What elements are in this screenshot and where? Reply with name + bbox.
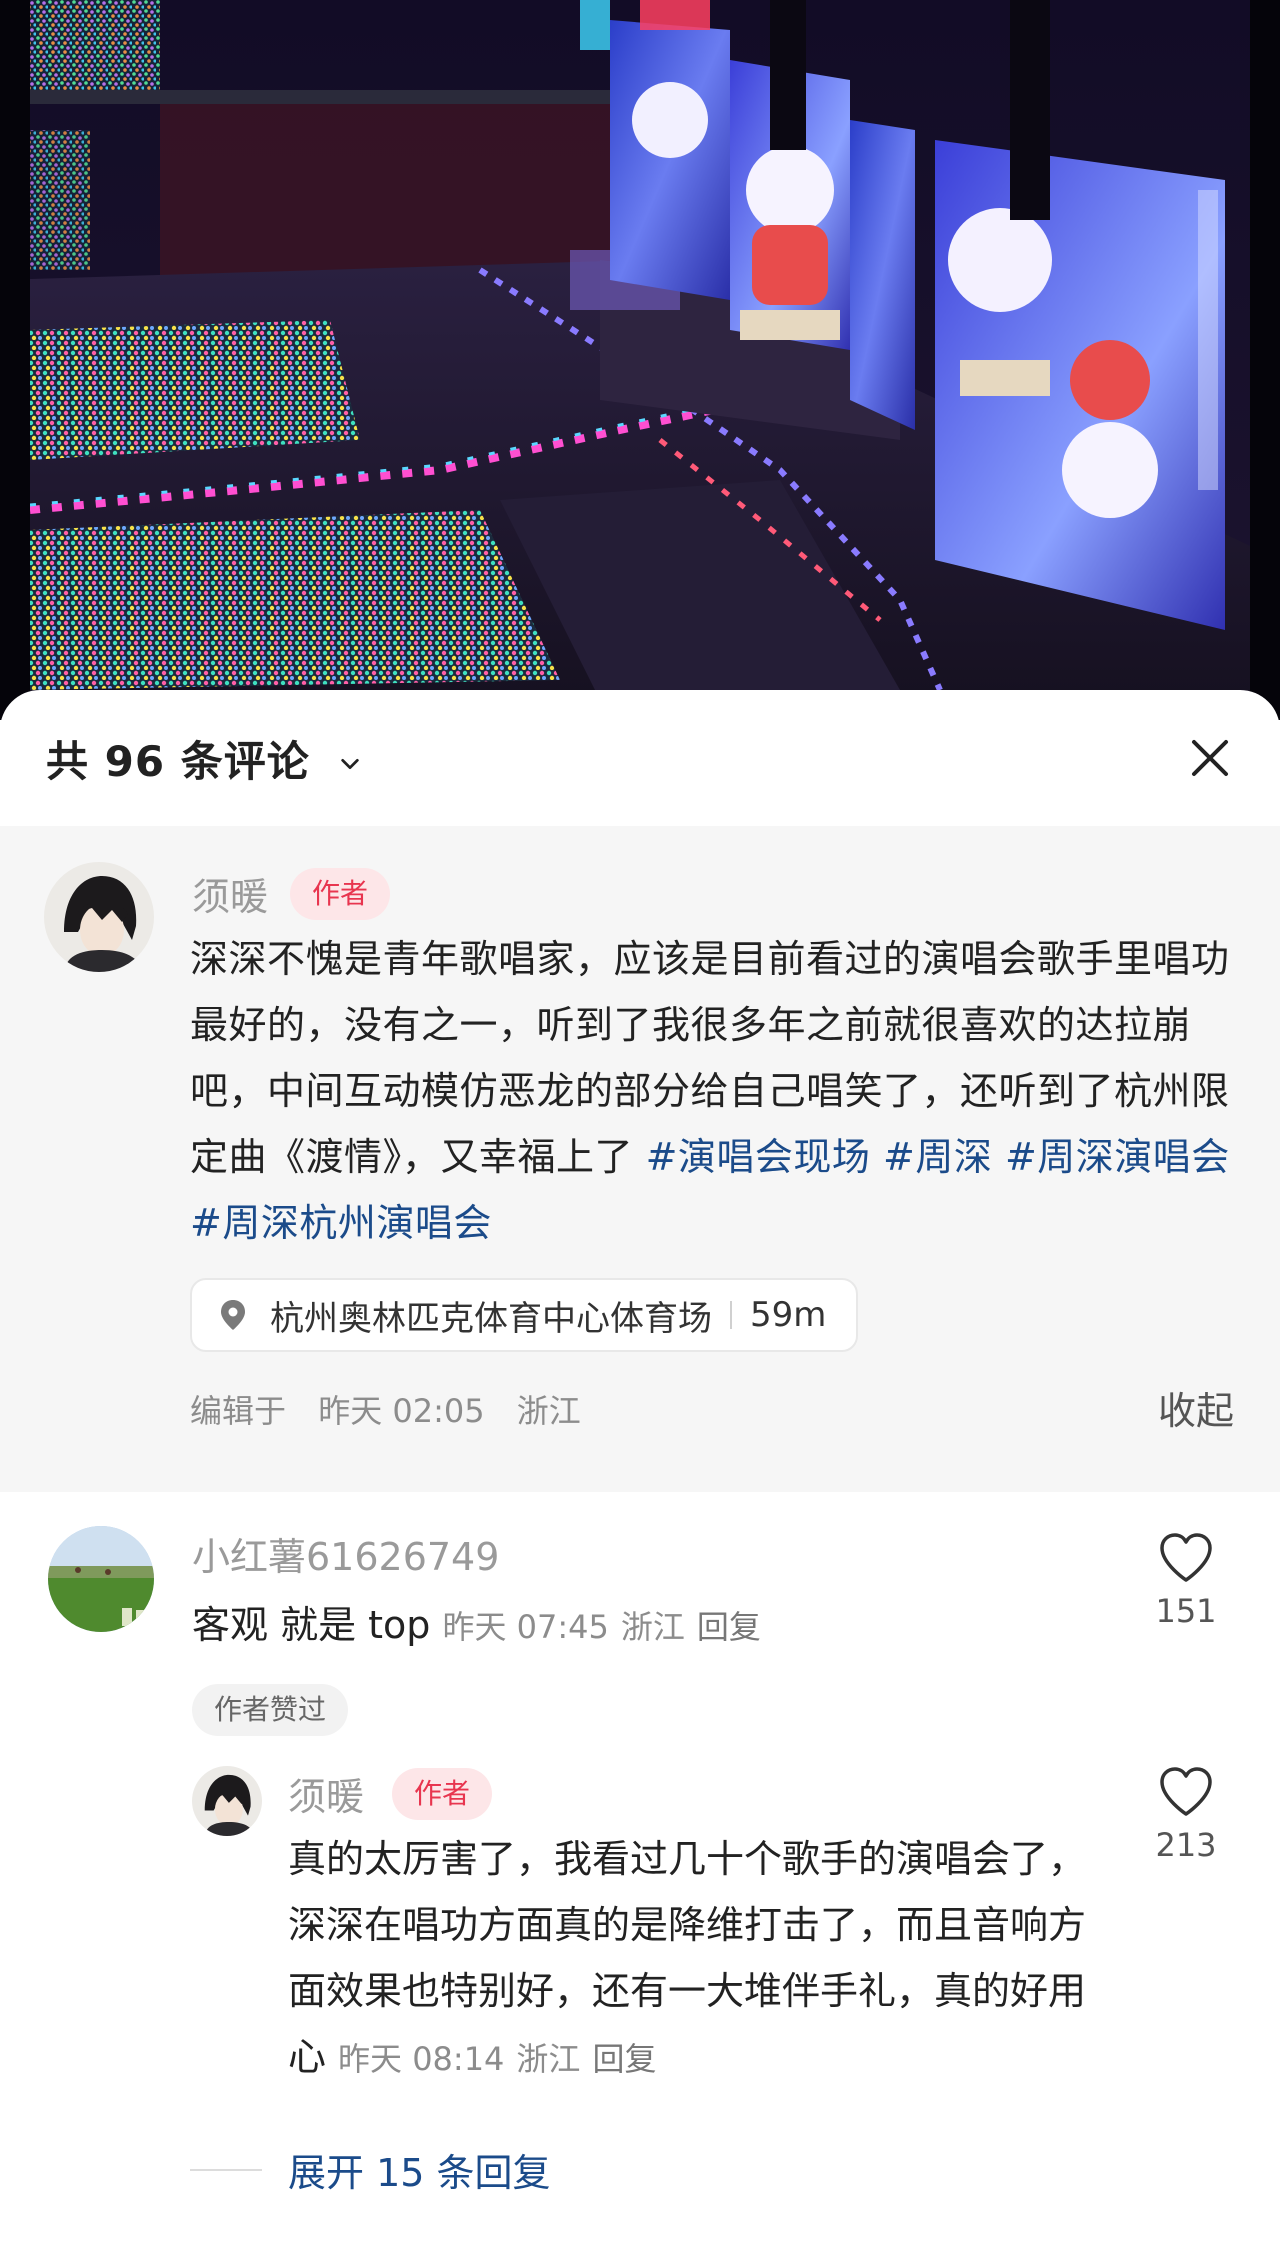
comment-count-label: 共 96 条评论 (46, 736, 310, 786)
reply-item: 须暖 作者 真的太厉害了，我看过几十个歌手的演唱会了，深深在唱功方面真的是降维打… (0, 1766, 1280, 2086)
username[interactable]: 小红薯61626749 (192, 1526, 499, 1581)
post-text: 深深不愧是青年歌唱家，应该是目前看过的演唱会歌手里唱功最好的，没有之一，听到了我… (190, 926, 1250, 1256)
edited-time: 昨天 02:05 (318, 1392, 485, 1430)
location-divider (730, 1301, 732, 1329)
location-name: 杭州奥林匹克体育中心体育场 (270, 1298, 712, 1339)
avatar[interactable] (192, 1766, 262, 1836)
hashtag-zhoushen-concert[interactable]: #周深演唱会 (1005, 1135, 1230, 1179)
comment-count[interactable]: 共 96 条评论 (46, 728, 361, 789)
chevron-down-icon[interactable] (339, 753, 361, 775)
hashtag-zhoushen[interactable]: #周深 (883, 1135, 992, 1179)
author-badge: 作者 (392, 1768, 493, 1820)
concert-image (0, 0, 1280, 720)
comment-body: 客观 就是 top 昨天 07:45 浙江 回复 (192, 1594, 761, 1649)
close-icon[interactable] (1186, 734, 1234, 782)
like-count: 151 (1155, 1592, 1217, 1630)
concert-photo (0, 0, 1280, 720)
avatar[interactable] (44, 862, 154, 972)
like-button[interactable]: 213 (1136, 1766, 1236, 1864)
like-count: 213 (1155, 1826, 1217, 1864)
username[interactable]: 须暖 (288, 1766, 364, 1821)
comment-time: 昨天 07:45 (442, 1608, 609, 1646)
location-pin-icon (221, 1300, 245, 1330)
heart-icon (1160, 1767, 1212, 1816)
comment-text: 客观 就是 top (192, 1603, 431, 1647)
avatar-image (48, 1526, 154, 1632)
avatar[interactable] (48, 1526, 154, 1632)
location-distance: 59m (750, 1295, 827, 1335)
avatar-image (192, 1766, 262, 1836)
reply-button[interactable]: 回复 (592, 2040, 656, 2078)
avatar-image (44, 862, 154, 972)
author-liked-badge: 作者赞过 (192, 1684, 349, 1736)
location-chip[interactable]: 杭州奥林匹克体育中心体育场 59m (190, 1278, 859, 1352)
collapse-button[interactable]: 收起 (1158, 1380, 1234, 1435)
expand-divider (190, 2168, 262, 2171)
post-meta: 编辑于 昨天 02:05 浙江 (190, 1386, 603, 1432)
author-badge: 作者 (290, 868, 391, 920)
hashtag-concert-live[interactable]: #演唱会现场 (646, 1135, 871, 1179)
comment-sheet: 共 96 条评论 须暖 作者 深深不愧是青年歌唱家，应该是目前看过的演唱会歌手里… (0, 690, 1280, 2246)
expand-replies-button[interactable]: 展开 15 条回复 (190, 2142, 551, 2197)
edited-label: 编辑于 (190, 1392, 287, 1430)
heart-icon (1160, 1533, 1212, 1582)
hashtag-zhoushen-hangzhou-concert[interactable]: #周深杭州演唱会 (190, 1201, 492, 1245)
reply-button[interactable]: 回复 (697, 1608, 761, 1646)
like-button[interactable]: 151 (1136, 1532, 1236, 1630)
sheet-header: 共 96 条评论 (0, 690, 1280, 826)
comment-region: 浙江 (516, 2040, 581, 2078)
post-region: 浙江 (516, 1392, 581, 1430)
comment-region: 浙江 (620, 1608, 685, 1646)
comment-body: 真的太厉害了，我看过几十个歌手的演唱会了，深深在唱功方面真的是降维打击了，而且音… (288, 1826, 1088, 2092)
expand-replies-label: 展开 15 条回复 (288, 2151, 551, 2195)
author-post: 须暖 作者 深深不愧是青年歌唱家，应该是目前看过的演唱会歌手里唱功最好的，没有之… (0, 826, 1280, 1492)
comment-time: 昨天 08:14 (338, 2040, 505, 2078)
username[interactable]: 须暖 (192, 866, 268, 921)
